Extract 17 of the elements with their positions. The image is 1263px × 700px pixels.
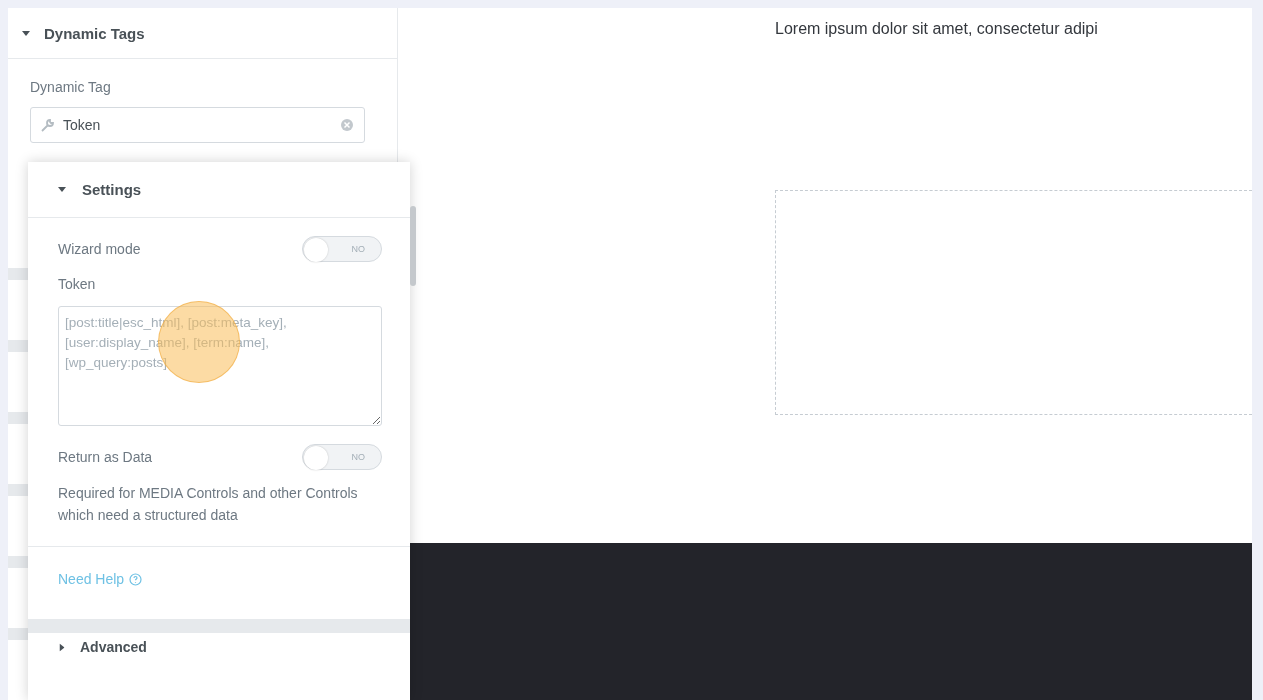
section-title: Settings bbox=[82, 181, 142, 198]
wrench-icon bbox=[41, 118, 55, 132]
page-heading: Lorem ipsum dolor sit amet, consectetur adipi bbox=[775, 20, 1099, 38]
section-title: Dynamic Tags bbox=[44, 24, 145, 42]
section-header[interactable]: Advanced bbox=[28, 633, 410, 661]
tag-field[interactable]: Token bbox=[30, 107, 365, 143]
section-title: Advanced bbox=[80, 639, 147, 655]
scrollbar[interactable] bbox=[410, 206, 416, 286]
control-label: Wizard mode bbox=[58, 241, 141, 257]
control-label: Return as Data bbox=[58, 449, 153, 465]
section-header[interactable]: Dynamic Tags bbox=[8, 8, 397, 59]
field-label: Dynamic Tag bbox=[30, 79, 112, 95]
clear-icon[interactable] bbox=[340, 118, 354, 132]
control-label: Token bbox=[58, 276, 97, 292]
help-text: Required for MEDIA Controls and other Controls which need a structured data bbox=[58, 484, 359, 525]
help-icon[interactable] bbox=[129, 572, 143, 586]
section-header[interactable]: Settings bbox=[28, 162, 410, 218]
